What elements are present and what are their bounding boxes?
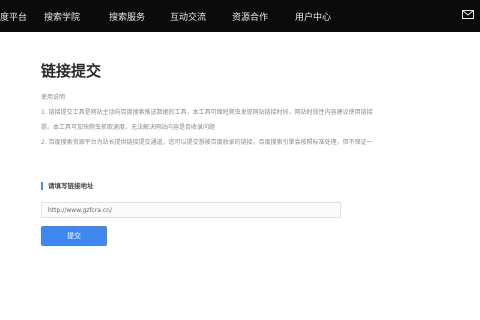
nav-item-interaction[interactable]: 互动交流 <box>170 10 206 23</box>
page-title: 链接提交 <box>41 62 102 80</box>
usage-instruction-line: 2. 百度搜索资源平台为站长提供链接提交通道，您可以提交想被百度收录的链接，百度… <box>41 139 373 146</box>
url-input[interactable] <box>41 202 341 218</box>
url-field-label-text: 请填写链接地址 <box>48 182 94 190</box>
url-field-label: 请填写链接地址 <box>41 180 94 190</box>
top-navigation-bar: 度平台 搜索学院 搜索服务 互动交流 资源合作 用户中心 <box>0 0 480 32</box>
usage-instruction-line: 1. 链接提交工具是网站主动向百度搜索推送数据的工具，本工具可缩短爬虫发现网站链… <box>41 109 373 116</box>
nav-item-search-services[interactable]: 搜索服务 <box>109 10 145 23</box>
nav-item-user-center[interactable]: 用户中心 <box>295 10 331 23</box>
label-accent-bar <box>41 182 43 190</box>
mail-icon[interactable] <box>462 10 474 19</box>
submit-button[interactable]: 提交 <box>41 226 107 246</box>
site-brand-fragment[interactable]: 度平台 <box>0 10 27 23</box>
nav-item-resource-cooperation[interactable]: 资源合作 <box>232 10 268 23</box>
usage-instructions-heading: 使用说明 <box>41 94 66 101</box>
nav-item-search-academy[interactable]: 搜索学院 <box>44 10 80 23</box>
usage-instruction-line: 提。本工具可加快爬虫抓取速度，无法解决网站内容是否收录问题 <box>41 124 216 131</box>
